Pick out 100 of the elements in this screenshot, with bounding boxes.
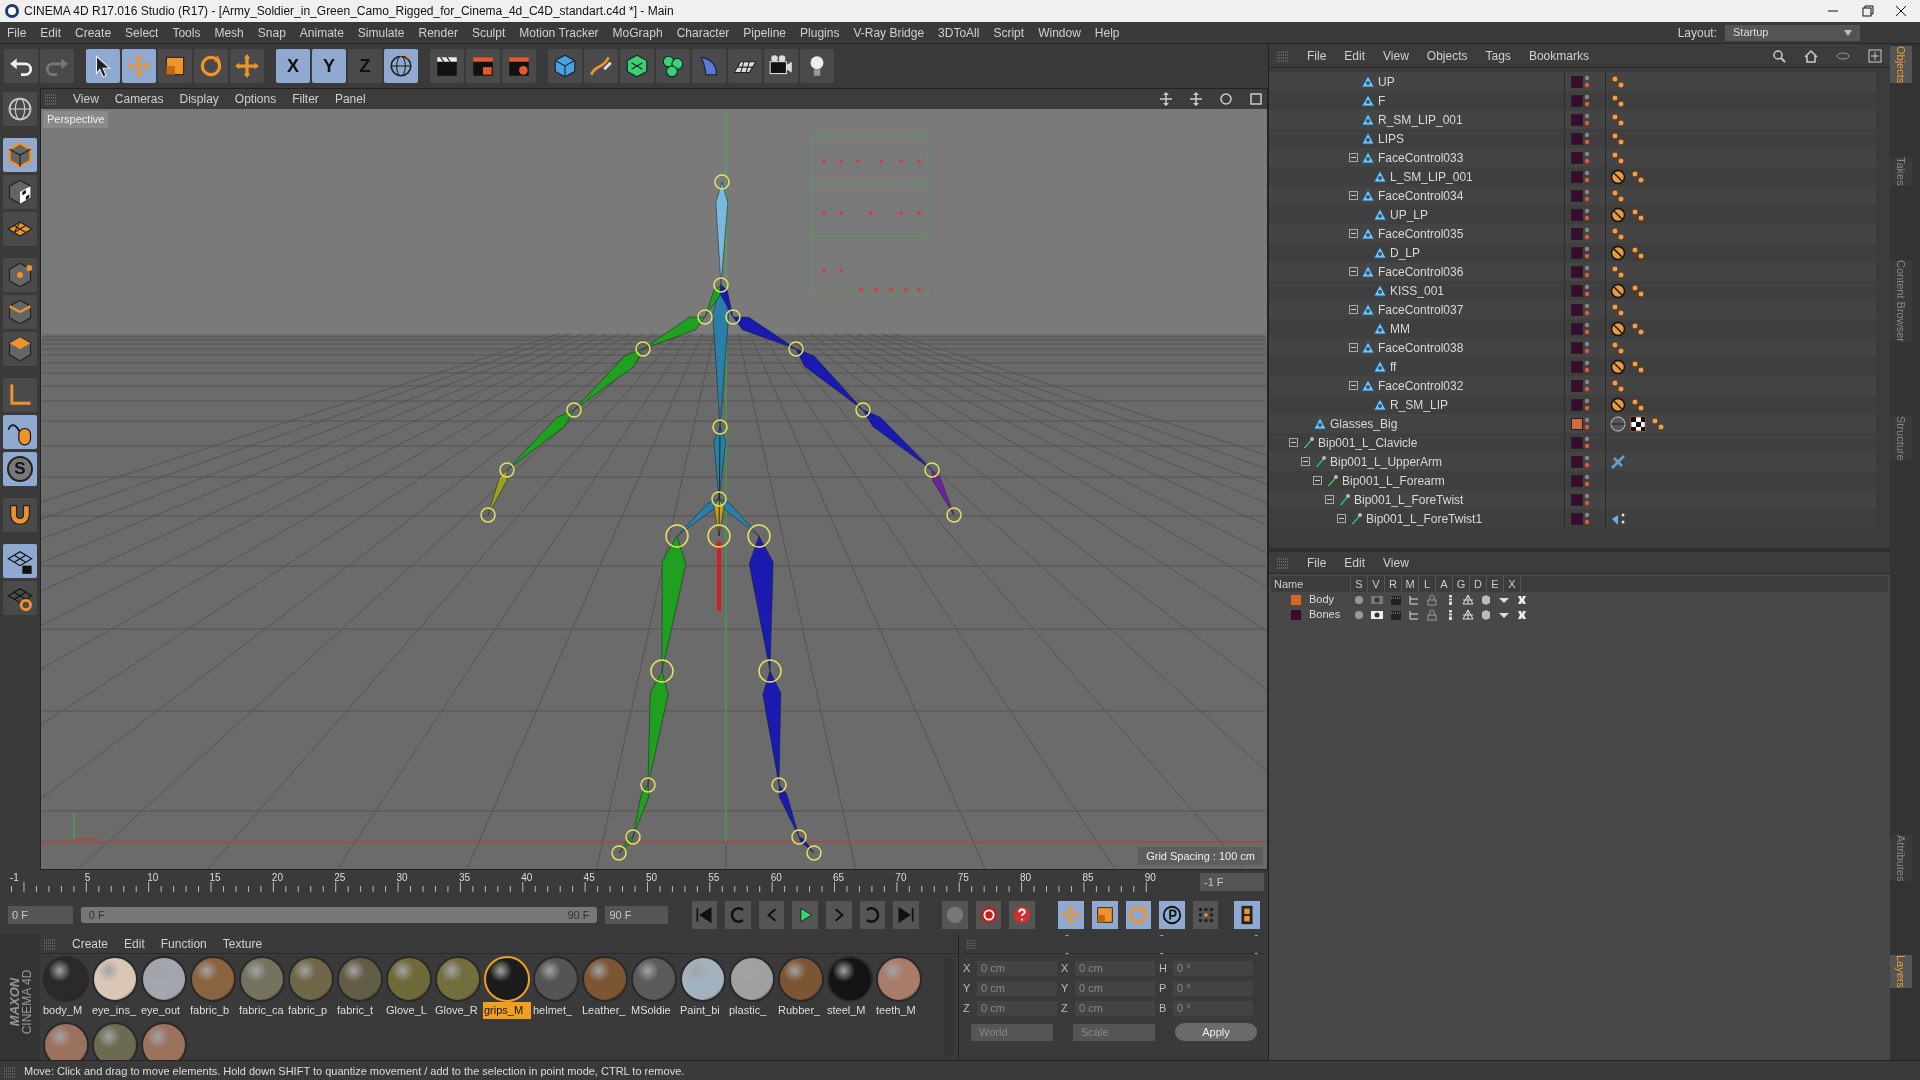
tool-button[interactable] [158,49,192,83]
material-name[interactable]: fabric_t [336,1002,384,1019]
key-filter-button[interactable] [1125,901,1152,929]
render-clapper-icon[interactable] [1390,593,1402,606]
object-name[interactable]: Bip001_L_UpperArm [1330,452,1443,471]
material-name[interactable]: MSoldie [630,1002,678,1019]
material-name[interactable]: body_M [42,1002,90,1019]
material-name[interactable]: fabric_p [287,1002,335,1019]
start-frame-field[interactable]: 0 F [8,906,73,924]
xref-icon[interactable] [1516,593,1528,606]
tool-button[interactable] [3,415,37,449]
material-preview[interactable] [92,1021,138,1060]
menu-item[interactable]: V-Ray Bridge [846,23,932,42]
object-name[interactable]: Bip001_L_Forearm [1342,471,1445,490]
visibility-dots-icon[interactable] [1583,206,1591,223]
object-name[interactable]: FaceControl036 [1378,262,1464,281]
menu-item[interactable]: 3DToAll [931,23,987,42]
material-name[interactable]: fabric_b [189,1002,237,1019]
viewport-menu-item[interactable]: Options [234,90,277,108]
material-name[interactable]: Paint_bi [679,1002,727,1019]
joint-weight-tag-icon[interactable] [1630,358,1646,375]
material-preview[interactable] [582,956,628,1002]
visibility-dots-icon[interactable] [1583,73,1591,90]
layer-color-swatch[interactable] [1571,303,1583,316]
constraint-tag-icon[interactable] [1610,206,1626,223]
collapse-toggle-icon[interactable] [1301,457,1310,466]
layer-color-swatch[interactable] [1571,151,1583,164]
joint-weight-tag-icon[interactable] [1630,396,1646,413]
key-button[interactable] [1009,901,1036,929]
material-preview[interactable] [484,956,530,1002]
maximize-view-icon[interactable] [1249,92,1263,106]
visibility-dots-icon[interactable] [1583,92,1591,109]
constraint-tag-icon[interactable] [1610,244,1626,261]
current-frame-field[interactable]: -1 F [1200,873,1264,891]
menu-item[interactable]: File [0,23,34,42]
tool-button[interactable] [3,544,37,578]
apply-button[interactable]: Apply [1175,1023,1257,1041]
material-preview[interactable] [729,956,775,1002]
material-name[interactable]: helmet_ [532,1002,580,1019]
playback-button[interactable] [792,901,819,929]
axis-lock-button[interactable]: X [276,49,310,83]
joint-weight-tag-icon[interactable] [1630,206,1646,223]
object-name[interactable]: MM [1390,319,1410,338]
collapse-toggle-icon[interactable] [1337,514,1346,523]
layer-color-swatch[interactable] [1571,398,1583,411]
end-frame-field[interactable]: 90 F [605,906,669,924]
visibility-dots-icon[interactable] [1583,263,1591,280]
menu-item[interactable]: MoGraph [605,23,670,42]
layer-color-swatch[interactable] [1571,436,1583,449]
visibility-dots-icon[interactable] [1583,225,1591,242]
material-name[interactable]: eye_out [140,1002,188,1019]
material-name[interactable]: eye_ins_ [91,1002,139,1019]
rotate-view-icon[interactable] [1219,92,1233,106]
material-preview[interactable] [778,956,824,1002]
viewport-menu-item[interactable]: View [73,90,99,108]
playback-button[interactable] [859,901,886,929]
tool-button[interactable] [3,295,37,329]
object-menu-item[interactable]: View [1383,46,1409,65]
material-preview[interactable] [827,956,873,1002]
material-preview[interactable] [43,1021,89,1060]
timeline-button[interactable] [1234,901,1260,929]
tool-button[interactable] [620,49,654,83]
object-name[interactable]: R_SM_LIP [1390,395,1449,414]
tool-button[interactable] [86,49,120,83]
ik-tag-icon[interactable] [1610,453,1626,470]
layer-color-swatch[interactable] [1571,322,1583,335]
material-preview[interactable] [631,956,677,1002]
collapse-toggle-icon[interactable] [1313,476,1322,485]
material-preview[interactable] [92,956,138,1002]
menu-item[interactable]: Simulate [350,23,412,42]
dolly-view-icon[interactable] [1189,92,1203,106]
checker-tag-icon[interactable] [1630,415,1646,432]
visibility-dots-icon[interactable] [1583,434,1591,451]
joint-weight-tag-icon[interactable] [1610,339,1626,356]
visibility-dots-icon[interactable] [1583,453,1591,470]
joint-weight-tag-icon[interactable] [1650,415,1666,432]
visibility-dots-icon[interactable] [1583,358,1591,375]
object-name[interactable]: Bip001_L_ForeTwist1 [1366,509,1483,528]
tool-button[interactable] [384,49,418,83]
object-name[interactable]: UP [1378,72,1395,91]
object-name[interactable]: FaceControl033 [1378,148,1464,167]
collapse-toggle-icon[interactable] [1349,267,1358,276]
deformer-icon[interactable] [1480,608,1492,621]
menu-item[interactable]: Mesh [207,23,251,42]
eye-icon[interactable] [1370,608,1384,621]
material-menu-item[interactable]: Edit [124,934,145,953]
menu-item[interactable]: Script [986,23,1032,42]
layer-color-swatch[interactable] [1571,227,1583,240]
joint-weight-tag-icon[interactable] [1630,244,1646,261]
constraint-tag-icon[interactable] [1610,358,1626,375]
joint-weight-tag-icon[interactable] [1610,92,1626,109]
layer-color-swatch[interactable] [1571,417,1583,430]
object-name[interactable]: Glasses_Big [1330,414,1398,433]
side-tab[interactable]: Layers [1890,954,1912,988]
key-filter-button[interactable] [1159,901,1185,929]
viewport-menu-item[interactable]: Panel [334,90,366,108]
object-name[interactable]: Bip001_L_Clavicle [1318,433,1418,452]
solo-dot-icon[interactable] [1353,593,1365,606]
layer-color-swatch[interactable] [1571,455,1583,468]
object-menu-item[interactable]: File [1307,46,1327,65]
